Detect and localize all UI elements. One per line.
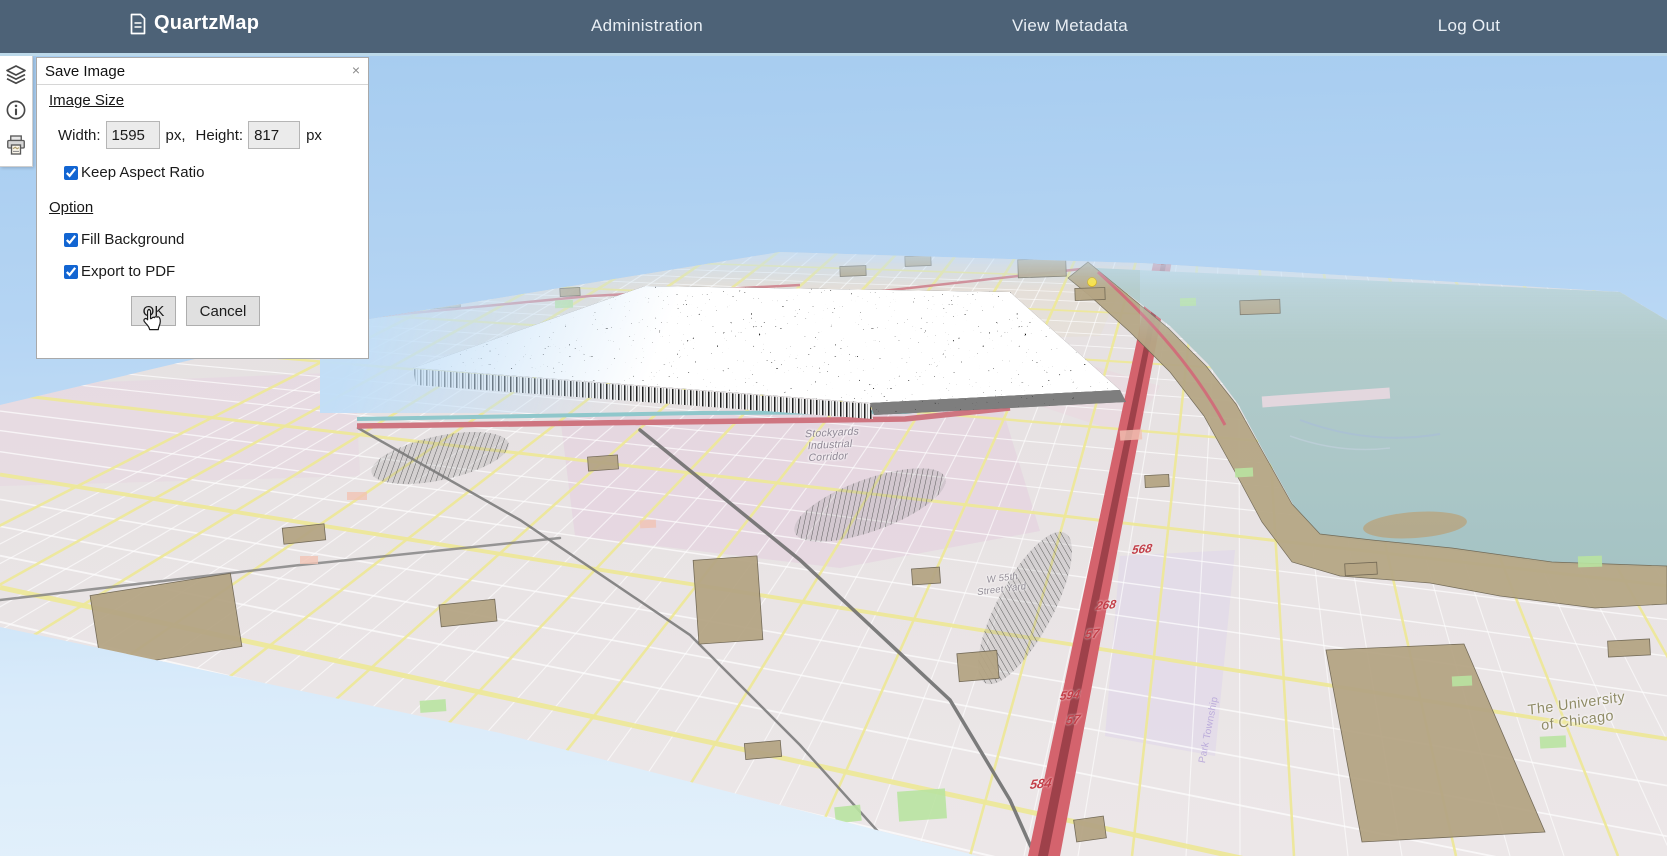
print-icon [4, 133, 28, 157]
close-icon[interactable]: × [352, 63, 360, 77]
map-marker-dot[interactable] [1088, 278, 1097, 287]
top-navbar: QuartzMap Administration View Metadata L… [0, 0, 1667, 56]
fill-background-checkbox[interactable] [64, 233, 78, 247]
print-tool-button[interactable] [3, 132, 29, 158]
export-to-pdf-label: Export to PDF [81, 263, 175, 280]
app-title: QuartzMap [154, 12, 259, 35]
map-toolbar [0, 56, 33, 167]
height-unit: px [306, 127, 322, 144]
save-image-dialog: Save Image × Image Size Width: px, Heigh… [36, 57, 369, 359]
info-icon [4, 98, 28, 122]
app-logo[interactable]: QuartzMap [129, 12, 259, 35]
export-to-pdf-checkbox[interactable] [64, 265, 78, 279]
width-label: Width: [58, 127, 101, 144]
keep-aspect-ratio-row: Keep Aspect Ratio [64, 164, 368, 181]
nav-view-metadata[interactable]: View Metadata [1012, 16, 1128, 36]
document-icon [129, 13, 147, 35]
image-size-row: Width: px, Height: px [58, 121, 368, 149]
image-size-heading: Image Size [49, 92, 368, 109]
fill-background-label: Fill Background [81, 231, 184, 248]
height-label: Height: [196, 127, 244, 144]
ok-button[interactable]: OK [131, 296, 176, 326]
nav-administration[interactable]: Administration [591, 16, 703, 36]
dialog-title: Save Image [45, 63, 125, 80]
option-heading: Option [49, 199, 368, 216]
width-input[interactable] [106, 121, 160, 149]
dialog-buttons: OK Cancel [131, 296, 368, 326]
info-tool-button[interactable] [3, 97, 29, 123]
keep-aspect-ratio-checkbox[interactable] [64, 166, 78, 180]
keep-aspect-ratio-label: Keep Aspect Ratio [81, 164, 204, 181]
fill-background-row: Fill Background [64, 231, 368, 248]
cancel-button[interactable]: Cancel [186, 296, 260, 326]
dialog-title-bar[interactable]: Save Image × [37, 58, 368, 85]
width-unit: px, [166, 127, 186, 144]
layers-icon [4, 63, 28, 87]
layers-tool-button[interactable] [3, 62, 29, 88]
height-input[interactable] [248, 121, 300, 149]
export-to-pdf-row: Export to PDF [64, 263, 368, 280]
nav-log-out[interactable]: Log Out [1438, 16, 1501, 36]
